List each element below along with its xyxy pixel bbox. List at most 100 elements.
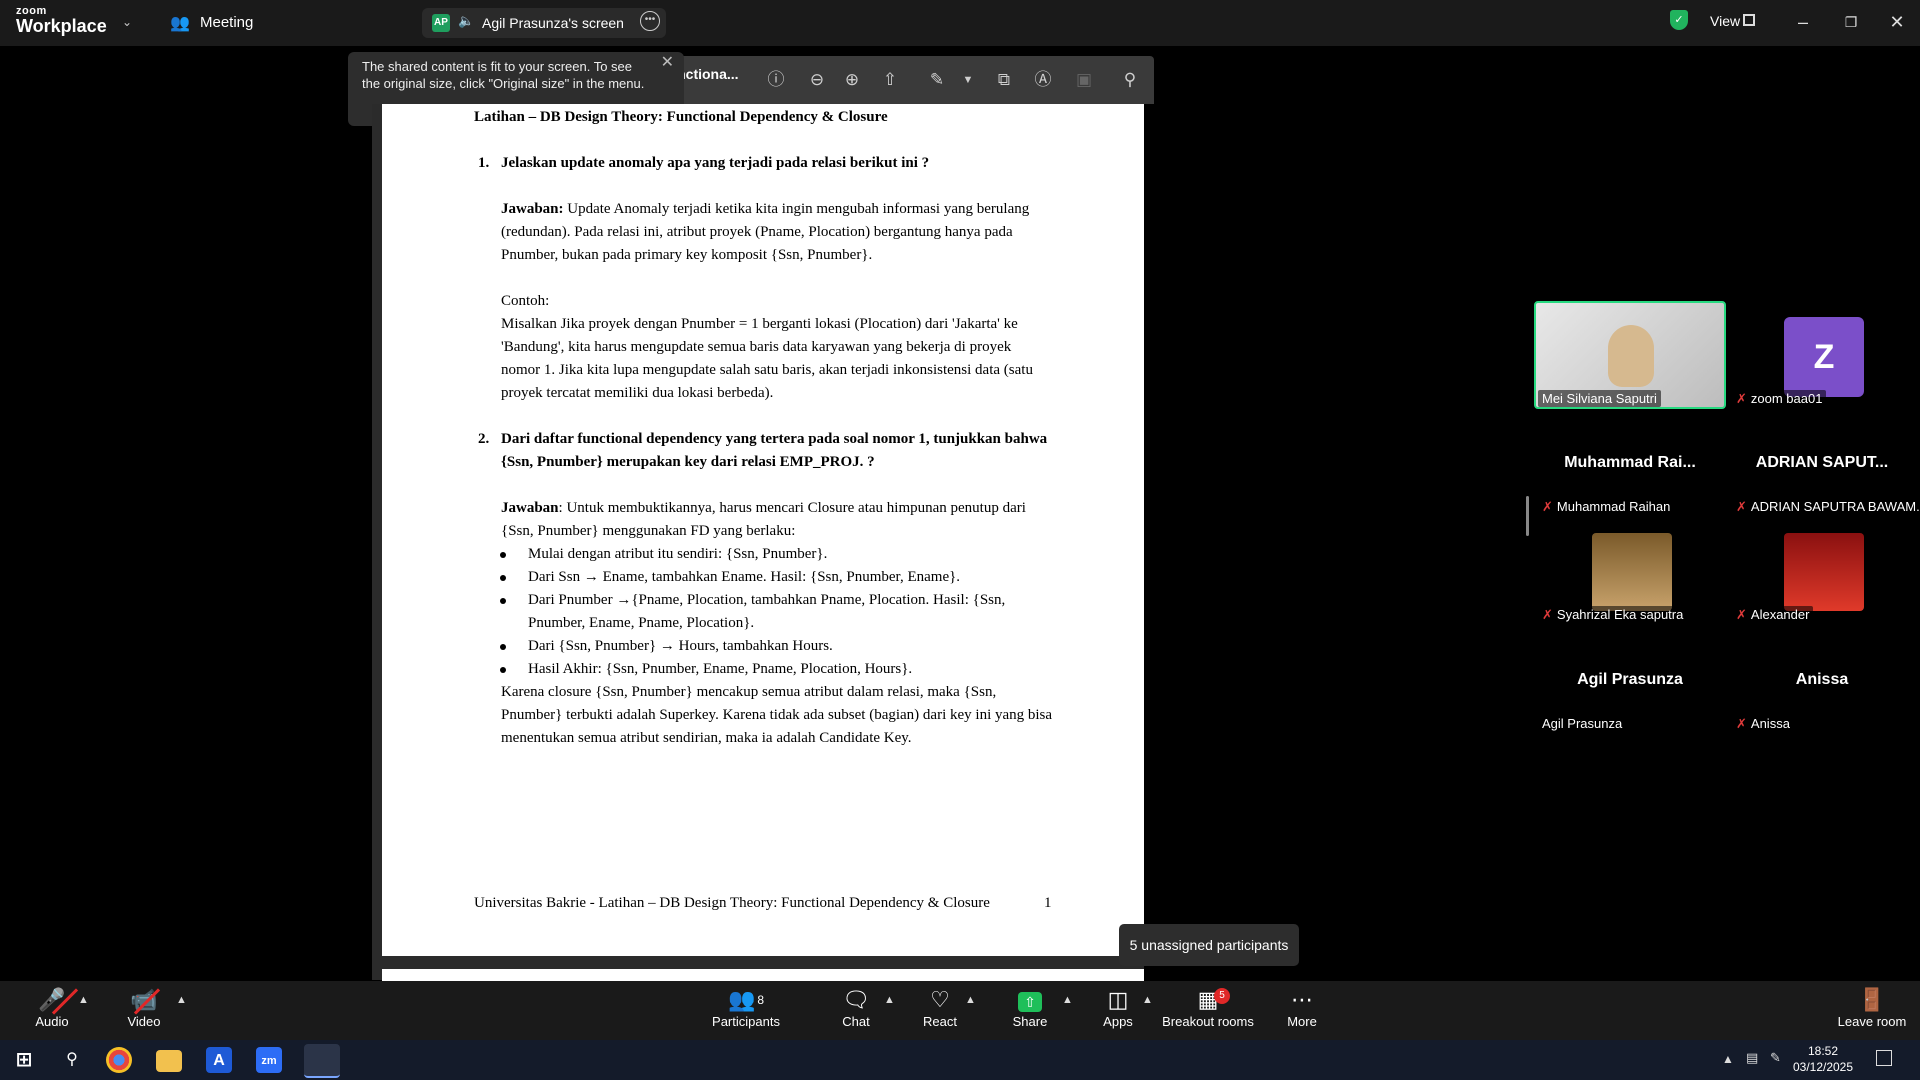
contoh-label: Contoh: bbox=[501, 293, 550, 309]
chrome-icon[interactable] bbox=[106, 1047, 132, 1073]
participant-name-tag: Agil Prasunza bbox=[1538, 715, 1627, 732]
chat-options-caret-icon[interactable]: ▲ bbox=[884, 994, 895, 1006]
notifications-icon[interactable] bbox=[1876, 1050, 1892, 1066]
participant-display-name: Anissa bbox=[1795, 671, 1849, 688]
document-page: Latihan – DB Design Theory: Functional D… bbox=[382, 104, 1144, 956]
muted-mic-icon: ✗ bbox=[1736, 391, 1747, 406]
clock-date: 03/12/2025 bbox=[1792, 1060, 1854, 1074]
markup-icon[interactable]: Ⓐ bbox=[1031, 68, 1055, 92]
video-label: Video bbox=[127, 1014, 161, 1029]
tray-chevron-icon[interactable]: ▲ bbox=[1722, 1052, 1734, 1066]
signature-icon: ▣ bbox=[1075, 70, 1093, 89]
avatar-zoom-baa01[interactable]: Z bbox=[1784, 317, 1864, 397]
clock-time: 18:52 bbox=[1807, 1044, 1839, 1058]
react-button[interactable]: ♡ React bbox=[900, 986, 980, 1029]
audio-label: Audio bbox=[35, 1014, 69, 1029]
participant-display-name: Agil Prasunza bbox=[1577, 671, 1683, 688]
unassigned-participants-popup[interactable]: 5 unassigned participants bbox=[1119, 924, 1299, 966]
more-label: More bbox=[1287, 1014, 1317, 1029]
leave-room-button[interactable]: 🚪 Leave room bbox=[1830, 986, 1914, 1029]
windows-taskbar bbox=[0, 1040, 1920, 1080]
pen-icon[interactable]: ✎ bbox=[925, 68, 949, 92]
network-icon[interactable]: ▤ bbox=[1746, 1050, 1758, 1066]
participant-name-tag: ✗ Anissa bbox=[1732, 715, 1794, 733]
answer-1: Jawaban: Update Anomaly terjadi ketika k… bbox=[501, 198, 1053, 267]
view-grid-icon[interactable] bbox=[1743, 14, 1755, 26]
avatar-alexander[interactable] bbox=[1784, 533, 1864, 611]
meeting-tab[interactable]: Meeting bbox=[200, 14, 253, 31]
view-button[interactable]: View bbox=[1710, 13, 1740, 29]
chrome-active-icon[interactable] bbox=[304, 1044, 340, 1078]
participant-video-image bbox=[1608, 325, 1654, 387]
video-button[interactable]: 📹 Video bbox=[104, 986, 184, 1029]
info-icon[interactable]: ⓘ bbox=[764, 68, 788, 92]
title-bar bbox=[0, 0, 1920, 46]
security-shield-icon[interactable]: ✓ bbox=[1670, 10, 1688, 30]
camera-off-icon: 📹 bbox=[130, 987, 158, 1012]
meeting-icon[interactable]: 👥 bbox=[170, 13, 190, 33]
sharer-avatar-badge: AP bbox=[432, 14, 450, 32]
answer-2: Jawaban: Untuk membuktikannya, harus men… bbox=[501, 497, 1053, 543]
share-options-caret-icon[interactable]: ▲ bbox=[1062, 994, 1073, 1006]
share-button[interactable]: ⇧ Share bbox=[990, 986, 1070, 1029]
avatar-syahrizal[interactable] bbox=[1592, 533, 1672, 611]
answer-2-text: : Untuk membuktikannya, harus mencari Cl… bbox=[501, 500, 1026, 539]
muted-mic-icon: ✗ bbox=[1542, 607, 1553, 622]
workplace-logo-text: Workplace bbox=[16, 16, 107, 36]
zoom-in-icon[interactable]: ⊕ bbox=[840, 68, 864, 92]
muted-mic-icon: ✗ bbox=[1736, 607, 1747, 622]
restore-icon[interactable]: ❐ bbox=[1836, 10, 1866, 34]
question-2: Dari daftar functional dependency yang t… bbox=[501, 431, 1048, 470]
participant-name: ADRIAN SAPUTRA BAWAM... bbox=[1750, 499, 1920, 514]
zoom-taskbar-icon[interactable]: zm bbox=[256, 1047, 282, 1073]
react-options-caret-icon[interactable]: ▲ bbox=[965, 994, 976, 1006]
workplace-menu-chevron-icon[interactable]: ⌄ bbox=[122, 15, 132, 29]
search-icon[interactable]: ⚲ bbox=[1118, 68, 1142, 92]
pen-tray-icon[interactable]: ✎ bbox=[1770, 1050, 1781, 1066]
breakout-rooms-button[interactable]: ▦ Breakout rooms bbox=[1158, 986, 1258, 1029]
taskbar-clock[interactable]: 18:52 03/12/2025 bbox=[1788, 1043, 1858, 1075]
windows-start-icon[interactable]: ⊞ bbox=[8, 1046, 40, 1074]
video-options-caret-icon[interactable]: ▲ bbox=[176, 994, 187, 1006]
app-store-icon[interactable]: A bbox=[206, 1047, 232, 1073]
close-window-icon[interactable]: ✕ bbox=[1882, 10, 1912, 34]
file-explorer-icon[interactable] bbox=[156, 1050, 182, 1072]
apps-options-caret-icon[interactable]: ▲ bbox=[1142, 994, 1153, 1006]
taskbar-search-icon[interactable]: ⚲ bbox=[56, 1046, 88, 1074]
share-options-icon[interactable]: ••• bbox=[640, 11, 660, 31]
participant-name-tag: ✗ Syahrizal Eka saputra bbox=[1538, 606, 1688, 624]
rotate-icon[interactable]: ⧉ bbox=[992, 68, 1016, 92]
participant-display-name: Muhammad Rai... bbox=[1564, 454, 1696, 471]
leave-door-icon: 🚪 bbox=[1858, 987, 1886, 1012]
leave-room-label: Leave room bbox=[1837, 1014, 1907, 1029]
audio-options-caret-icon[interactable]: ▲ bbox=[78, 994, 89, 1006]
list-item: Dari {Ssn, Pnumber} → Hours, tambahkan H… bbox=[500, 635, 1034, 658]
conclusion-text: Karena closure {Ssn, Pnumber} mencakup s… bbox=[501, 684, 1053, 746]
page-number: 1 bbox=[1044, 895, 1052, 911]
participants-icon: 👥 8 bbox=[727, 987, 765, 1012]
list-item: Dari Ssn → Ename, tambahkan Ename. Hasil… bbox=[500, 566, 1034, 589]
chat-button[interactable]: 🗨 Chat bbox=[816, 986, 896, 1029]
list-item: Hasil Akhir: {Ssn, Pnumber, Ename, Pname… bbox=[500, 658, 1034, 681]
participant-name-tag: ✗ Alexander bbox=[1732, 606, 1814, 624]
speaker-icon: 🔈 bbox=[458, 13, 475, 28]
participant-name: Syahrizal Eka saputra bbox=[1556, 607, 1684, 622]
gallery-scrollbar[interactable] bbox=[1526, 496, 1529, 536]
answer-1-text: Update Anomaly terjadi ketika kita ingin… bbox=[501, 201, 1030, 263]
audio-button[interactable]: 🎤 Audio bbox=[12, 986, 92, 1029]
muted-mic-icon: ✗ bbox=[1542, 499, 1553, 514]
participants-button[interactable]: 👥 8 Participants bbox=[706, 986, 786, 1029]
export-icon[interactable]: ⇧ bbox=[878, 68, 902, 92]
share-label: Share bbox=[1012, 1014, 1048, 1029]
tooltip-close-icon[interactable]: ✕ bbox=[661, 54, 674, 71]
minimize-icon[interactable]: – bbox=[1788, 10, 1818, 34]
chat-label: Chat bbox=[842, 1014, 870, 1029]
apps-button[interactable]: ◫ Apps bbox=[1078, 986, 1158, 1029]
closure-steps-list: Mulai dengan atribut itu sendiri: {Ssn, … bbox=[500, 543, 1034, 681]
zoom-out-icon[interactable]: ⊖ bbox=[805, 68, 829, 92]
pen-chevron-icon[interactable]: ▼ bbox=[956, 68, 980, 92]
more-button[interactable]: ⋯ More bbox=[1262, 986, 1342, 1029]
share-screen-icon: ⇧ bbox=[990, 986, 1070, 1014]
question-2-number: 2. bbox=[478, 431, 490, 447]
participant-name-tag: ✗ ADRIAN SAPUTRA BAWAM... bbox=[1732, 498, 1920, 516]
